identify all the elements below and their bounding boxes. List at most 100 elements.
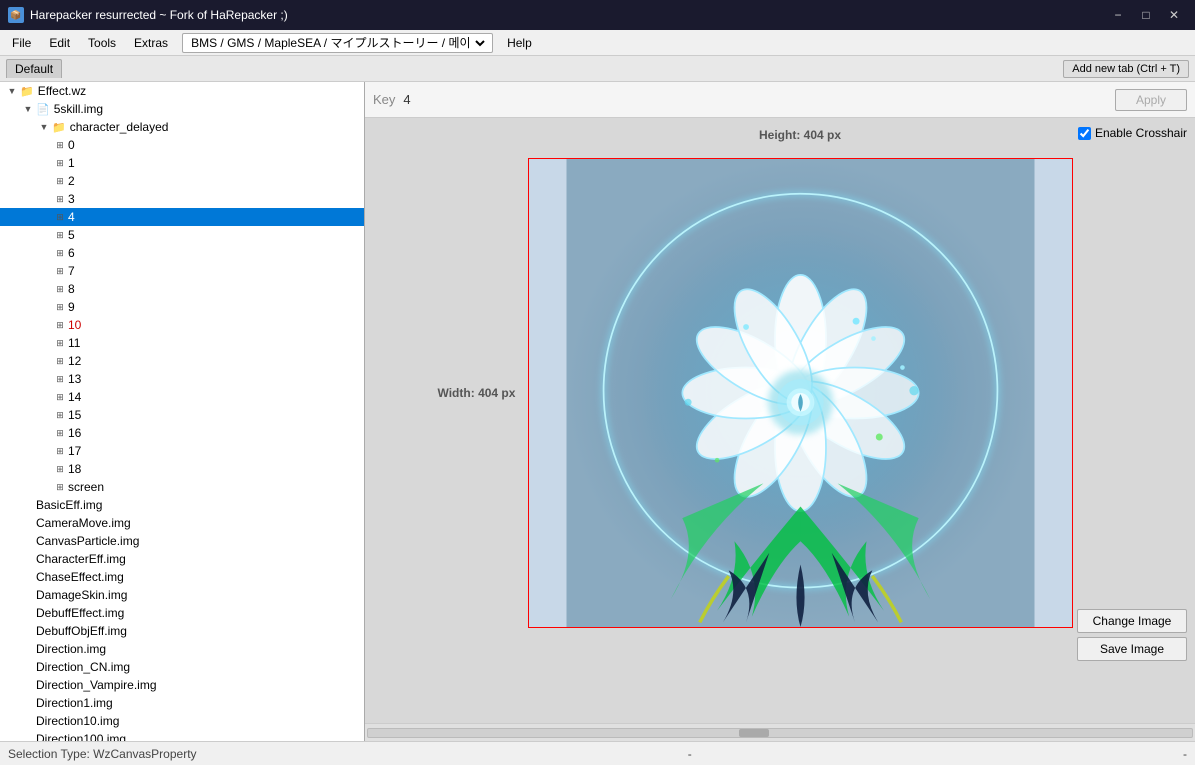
expand-4-icon[interactable]: ⊞ (52, 209, 68, 225)
expand-direction1-icon[interactable] (20, 695, 36, 711)
tree-item-cameramove[interactable]: CameraMove.img (0, 514, 364, 532)
scroll-thumb[interactable] (739, 729, 769, 737)
tree-item-17[interactable]: ⊞ 17 (0, 442, 364, 460)
tree-item-damageskin[interactable]: DamageSkin.img (0, 586, 364, 604)
tree-item-canvasparticle[interactable]: CanvasParticle.img (0, 532, 364, 550)
tree-item-direction[interactable]: Direction.img (0, 640, 364, 658)
expand-16-icon[interactable]: ⊞ (52, 425, 68, 441)
scroll-track[interactable] (367, 728, 1193, 738)
tree-item-16[interactable]: ⊞ 16 (0, 424, 364, 442)
tree-label-direction-cn: Direction_CN.img (36, 660, 130, 674)
tree-label-0: 0 (68, 138, 75, 152)
save-image-button[interactable]: Save Image (1077, 637, 1187, 661)
expand-12-icon[interactable]: ⊞ (52, 353, 68, 369)
tree-item-debuffeffect[interactable]: DebuffEffect.img (0, 604, 364, 622)
change-image-button[interactable]: Change Image (1077, 609, 1187, 633)
expand-chaseeffect-icon[interactable] (20, 569, 36, 585)
expand-3-icon[interactable]: ⊞ (52, 191, 68, 207)
expand-cameramove-icon[interactable] (20, 515, 36, 531)
tree-item-13[interactable]: ⊞ 13 (0, 370, 364, 388)
region-dropdown[interactable]: BMS / GMS / MapleSEA / マイプルストーリー / 메이 (182, 33, 493, 53)
expand-11-icon[interactable]: ⊞ (52, 335, 68, 351)
tree-item-5skill[interactable]: ▼ 📄 5skill.img (0, 100, 364, 118)
expand-5-icon[interactable]: ⊞ (52, 227, 68, 243)
expand-0-icon[interactable]: ⊞ (52, 137, 68, 153)
expand-direction10-icon[interactable] (20, 713, 36, 729)
expand-9-icon[interactable]: ⊞ (52, 299, 68, 315)
tree-item-direction-cn[interactable]: Direction_CN.img (0, 658, 364, 676)
tree-item-15[interactable]: ⊞ 15 (0, 406, 364, 424)
tree-item-character-delayed[interactable]: ▼ 📁 character_delayed (0, 118, 364, 136)
tree-item-charactereff[interactable]: CharacterEff.img (0, 550, 364, 568)
expand-8-icon[interactable]: ⊞ (52, 281, 68, 297)
tree-item-direction100[interactable]: Direction100.img (0, 730, 364, 741)
expand-14-icon[interactable]: ⊞ (52, 389, 68, 405)
expand-direction-icon[interactable] (20, 641, 36, 657)
expand-direction-vampire-icon[interactable] (20, 677, 36, 693)
close-button[interactable]: ✕ (1161, 4, 1187, 26)
tree-item-direction1[interactable]: Direction1.img (0, 694, 364, 712)
apply-button[interactable]: Apply (1115, 89, 1187, 111)
tree-item-8[interactable]: ⊞ 8 (0, 280, 364, 298)
tree-item-screen[interactable]: ⊞ screen (0, 478, 364, 496)
expand-damageskin-icon[interactable] (20, 587, 36, 603)
expand-17-icon[interactable]: ⊞ (52, 443, 68, 459)
tree-item-10[interactable]: ⊞ 10 (0, 316, 364, 334)
tree-item-5[interactable]: ⊞ 5 (0, 226, 364, 244)
tree-item-3[interactable]: ⊞ 3 (0, 190, 364, 208)
tree-item-9[interactable]: ⊞ 9 (0, 298, 364, 316)
tree-item-direction10[interactable]: Direction10.img (0, 712, 364, 730)
tree-item-6[interactable]: ⊞ 6 (0, 244, 364, 262)
expand-basiceff-icon[interactable] (20, 497, 36, 513)
expand-1-icon[interactable]: ⊞ (52, 155, 68, 171)
height-label-text: Height: (759, 128, 800, 142)
expand-18-icon[interactable]: ⊞ (52, 461, 68, 477)
tree-item-12[interactable]: ⊞ 12 (0, 352, 364, 370)
tree-item-1[interactable]: ⊞ 1 (0, 154, 364, 172)
expand-6-icon[interactable]: ⊞ (52, 245, 68, 261)
tree-item-4[interactable]: ⊞ 4 (0, 208, 364, 226)
expand-direction100-icon[interactable] (20, 731, 36, 741)
tree-label-13: 13 (68, 372, 81, 386)
menu-help[interactable]: Help (499, 34, 540, 52)
expand-screen-icon[interactable]: ⊞ (52, 479, 68, 495)
expand-13-icon[interactable]: ⊞ (52, 371, 68, 387)
expand-debuffeffect-icon[interactable] (20, 605, 36, 621)
region-select[interactable]: BMS / GMS / MapleSEA / マイプルストーリー / 메이 (187, 35, 488, 51)
expand-7-icon[interactable]: ⊞ (52, 263, 68, 279)
tree-scroll[interactable]: ▼ 📁 Effect.wz ▼ 📄 5skill.img ▼ 📁 charact… (0, 82, 364, 741)
tree-item-basiceff[interactable]: BasicEff.img (0, 496, 364, 514)
key-label: Key (373, 92, 395, 107)
menu-file[interactable]: File (4, 34, 39, 52)
height-label: Height: 404 px (759, 128, 841, 142)
menu-tools[interactable]: Tools (80, 34, 124, 52)
default-tab[interactable]: Default (6, 59, 62, 78)
tree-root[interactable]: ▼ 📁 Effect.wz (0, 82, 364, 100)
tree-label-damageskin: DamageSkin.img (36, 588, 127, 602)
tree-item-7[interactable]: ⊞ 7 (0, 262, 364, 280)
tree-item-2[interactable]: ⊞ 2 (0, 172, 364, 190)
tree-item-direction-vampire[interactable]: Direction_Vampire.img (0, 676, 364, 694)
tree-item-18[interactable]: ⊞ 18 (0, 460, 364, 478)
menu-extras[interactable]: Extras (126, 34, 176, 52)
add-tab-button[interactable]: Add new tab (Ctrl + T) (1063, 60, 1189, 78)
expand-15-icon[interactable]: ⊞ (52, 407, 68, 423)
expand-2-icon[interactable]: ⊞ (52, 173, 68, 189)
expand-charactereff-icon[interactable] (20, 551, 36, 567)
expand-icon[interactable]: ▼ (4, 83, 20, 99)
expand-canvasparticle-icon[interactable] (20, 533, 36, 549)
tree-item-chaseeffect[interactable]: ChaseEffect.img (0, 568, 364, 586)
tree-item-14[interactable]: ⊞ 14 (0, 388, 364, 406)
tree-item-0[interactable]: ⊞ 0 (0, 136, 364, 154)
tree-item-11[interactable]: ⊞ 11 (0, 334, 364, 352)
bottom-scrollbar[interactable] (365, 723, 1195, 741)
expand-direction-cn-icon[interactable] (20, 659, 36, 675)
menu-edit[interactable]: Edit (41, 34, 78, 52)
maximize-button[interactable]: □ (1133, 4, 1159, 26)
expand-5skill-icon[interactable]: ▼ (20, 101, 36, 117)
tree-item-debuffobjeff[interactable]: DebuffObjEff.img (0, 622, 364, 640)
minimize-button[interactable]: − (1105, 4, 1131, 26)
expand-10-icon[interactable]: ⊞ (52, 317, 68, 333)
expand-char-icon[interactable]: ▼ (36, 119, 52, 135)
expand-debuffobjeff-icon[interactable] (20, 623, 36, 639)
